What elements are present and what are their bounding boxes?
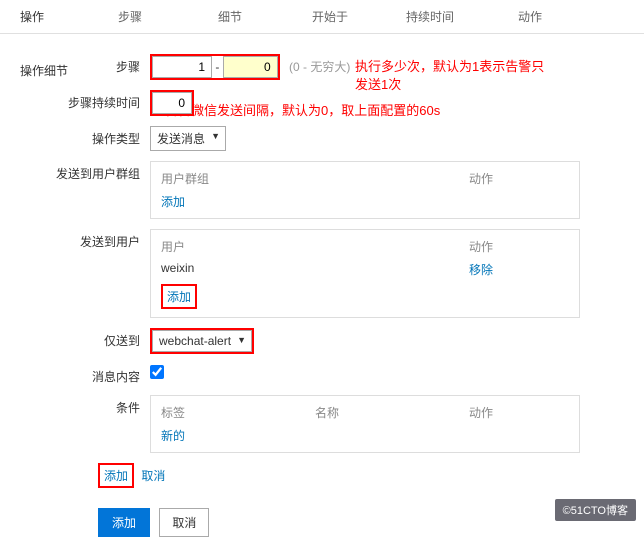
- tab-duration[interactable]: 持续时间: [380, 0, 480, 33]
- op-type-select[interactable]: 发送消息: [150, 126, 226, 151]
- user-table: 用户 动作 weixin 移除 添加: [150, 229, 580, 318]
- condition-label: 条件: [20, 395, 150, 416]
- step-hint: (0 - 无穷大): [289, 60, 350, 74]
- tabs-bar: 操作 步骤 细节 开始于 持续时间 动作: [0, 0, 644, 34]
- op-type-label: 操作类型: [20, 126, 150, 147]
- only-to-label: 仅送到: [20, 328, 150, 349]
- group-header: 用户群组: [161, 170, 469, 187]
- tab-main: 操作: [20, 0, 80, 33]
- send-group-label: 发送到用户群组: [20, 161, 150, 182]
- group-action-header: 动作: [469, 170, 569, 187]
- msg-content-checkbox[interactable]: [150, 365, 164, 379]
- row-op-type: 操作类型 发送消息: [20, 126, 624, 151]
- row-step: 步骤 - (0 - 无穷大): [20, 54, 624, 80]
- add-button[interactable]: 添加: [98, 508, 150, 537]
- group-table: 用户群组 动作 添加: [150, 161, 580, 219]
- condition-new-link[interactable]: 新的: [161, 429, 185, 443]
- step-from-input[interactable]: [152, 56, 212, 78]
- cancel-button[interactable]: 取消: [159, 508, 209, 537]
- row-send-group: 发送到用户群组 用户群组 动作 添加: [20, 161, 624, 219]
- row-condition: 条件 标签 名称 动作 新的: [20, 395, 624, 453]
- msg-content-label: 消息内容: [20, 364, 150, 385]
- duration-box: [150, 90, 194, 116]
- bottom-actions: 添加 取消: [20, 498, 624, 547]
- duration-label: 步骤持续时间: [20, 90, 150, 111]
- form-area: 步骤 - (0 - 无穷大) 步骤持续时间 操作类型 发送消息 发送到用户群组: [0, 34, 644, 557]
- tag-header: 标签: [161, 404, 315, 421]
- group-add-link[interactable]: 添加: [161, 195, 185, 209]
- user-header: 用户: [161, 238, 469, 255]
- row-duration: 步骤持续时间: [20, 90, 624, 116]
- row-msg-content: 消息内容: [20, 364, 624, 385]
- watermark: ©51CTO博客: [555, 499, 636, 521]
- duration-input[interactable]: [152, 92, 192, 114]
- step-to-input[interactable]: [223, 56, 278, 78]
- row-send-user: 发送到用户 用户 动作 weixin 移除 添加: [20, 229, 624, 318]
- tab-step[interactable]: 步骤: [80, 0, 180, 33]
- user-add-link[interactable]: 添加: [167, 290, 191, 304]
- condition-table: 标签 名称 动作 新的: [150, 395, 580, 453]
- step-range-box: -: [150, 54, 280, 80]
- user-action-header: 动作: [469, 238, 569, 255]
- step-label: 步骤: [20, 54, 150, 75]
- inline-add-link[interactable]: 添加: [104, 469, 128, 483]
- tab-start[interactable]: 开始于: [280, 0, 380, 33]
- only-to-box: webchat-alert: [150, 328, 254, 354]
- add-cancel-links: 添加 取消: [20, 463, 624, 488]
- tab-action[interactable]: 动作: [480, 0, 580, 33]
- user-value: weixin: [161, 261, 469, 278]
- name-header: 名称: [315, 404, 469, 421]
- only-to-select[interactable]: webchat-alert: [152, 330, 252, 352]
- row-only-to: 仅送到 webchat-alert: [20, 328, 624, 354]
- user-remove-link[interactable]: 移除: [469, 263, 493, 277]
- send-user-label: 发送到用户: [20, 229, 150, 250]
- tab-detail[interactable]: 细节: [180, 0, 280, 33]
- inline-cancel-link[interactable]: 取消: [141, 469, 165, 483]
- cond-action-header: 动作: [469, 404, 569, 421]
